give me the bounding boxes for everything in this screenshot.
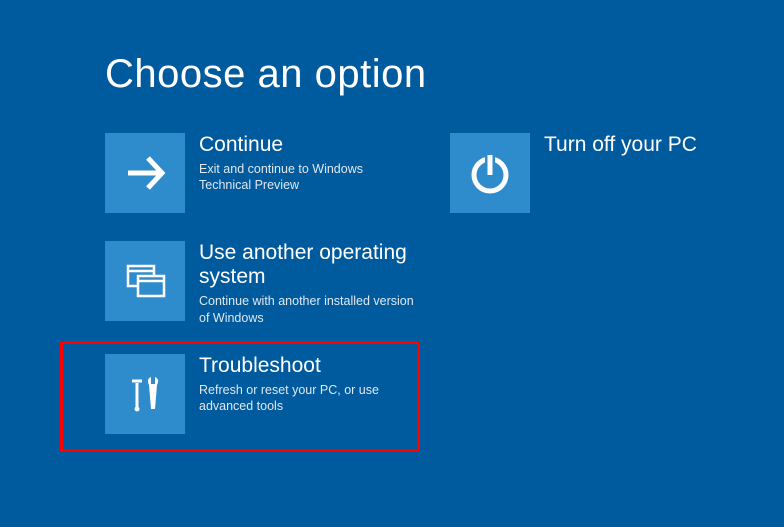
option-troubleshoot-desc: Refresh or reset your PC, or use advance…	[199, 382, 408, 415]
power-icon	[450, 133, 530, 213]
option-continue-desc: Exit and continue to Windows Technical P…	[199, 161, 415, 194]
option-poweroff-text: Turn off your PC	[544, 133, 710, 161]
option-another-os-desc: Continue with another installed version …	[199, 293, 415, 326]
options-grid: Continue Exit and continue to Windows Te…	[105, 133, 784, 452]
option-troubleshoot-text: Troubleshoot Refresh or reset your PC, o…	[199, 354, 408, 415]
option-another-os[interactable]: Use another operating system Continue wi…	[105, 241, 415, 326]
option-continue[interactable]: Continue Exit and continue to Windows Te…	[105, 133, 415, 213]
option-another-os-text: Use another operating system Continue wi…	[199, 241, 415, 326]
option-troubleshoot-title: Troubleshoot	[199, 354, 408, 378]
page-title: Choose an option	[105, 52, 784, 97]
option-continue-title: Continue	[199, 133, 415, 157]
option-poweroff-title: Turn off your PC	[544, 133, 710, 157]
tools-icon	[105, 354, 185, 434]
option-another-os-title: Use another operating system	[199, 241, 415, 289]
windows-icon	[105, 241, 185, 321]
arrow-right-icon	[105, 133, 185, 213]
left-column: Continue Exit and continue to Windows Te…	[105, 133, 420, 452]
option-troubleshoot[interactable]: Troubleshoot Refresh or reset your PC, o…	[60, 341, 420, 452]
right-column: Turn off your PC	[450, 133, 710, 452]
option-continue-text: Continue Exit and continue to Windows Te…	[199, 133, 415, 194]
option-poweroff[interactable]: Turn off your PC	[450, 133, 710, 213]
